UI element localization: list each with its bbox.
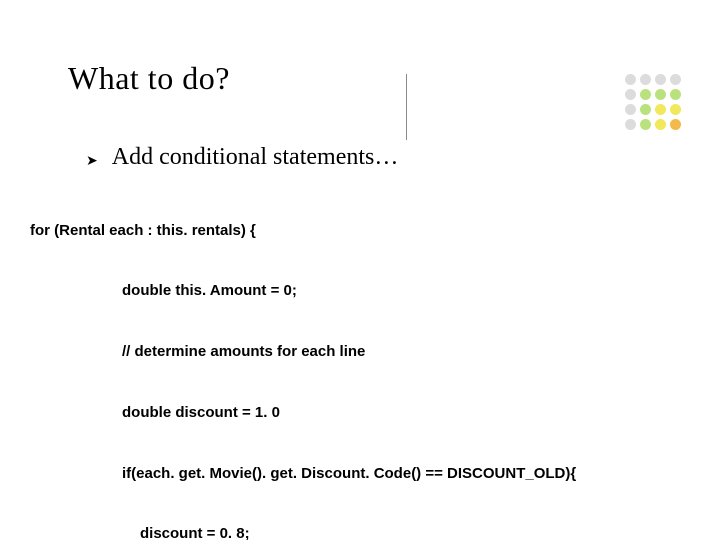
- code-line: double this. Amount = 0;: [30, 281, 690, 301]
- slide: What to do? ➤ Add conditional statements…: [0, 0, 720, 540]
- code-line: // determine amounts for each line: [30, 342, 690, 362]
- chevron-right-icon: ➤: [86, 153, 98, 167]
- decorative-dots-icon: [625, 74, 682, 131]
- slide-title: What to do?: [68, 60, 230, 97]
- code-line: discount = 0. 8;: [30, 524, 690, 540]
- bullet-text: Add conditional statements…: [112, 144, 399, 171]
- code-line: for (Rental each : this. rentals) {: [30, 221, 690, 241]
- bullet-item: ➤ Add conditional statements…: [86, 144, 398, 171]
- code-line: double discount = 1. 0: [30, 403, 690, 423]
- vertical-divider: [406, 74, 407, 140]
- code-block: for (Rental each : this. rentals) { doub…: [30, 180, 690, 540]
- code-line: if(each. get. Movie(). get. Discount. Co…: [30, 464, 690, 484]
